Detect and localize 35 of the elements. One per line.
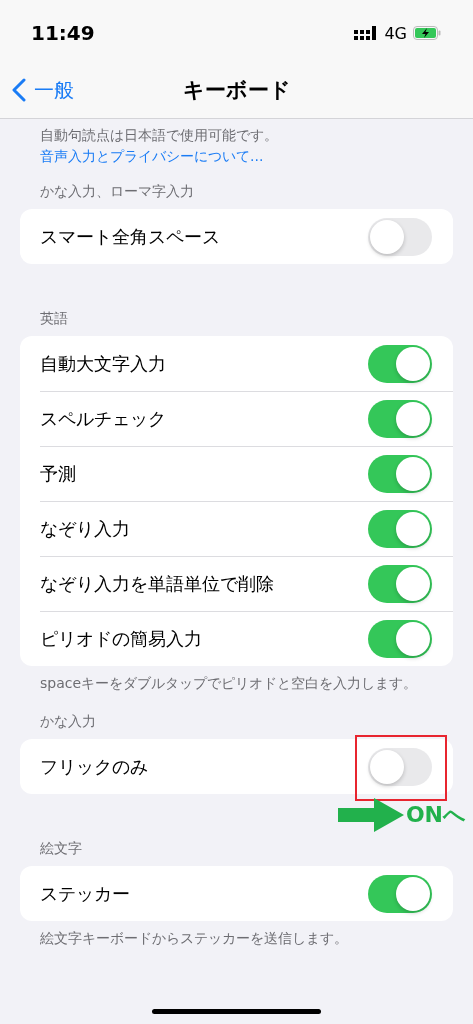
setting-label: 自動大文字入力	[40, 351, 166, 376]
toggle-switch[interactable]	[368, 454, 432, 493]
back-button[interactable]: 一般	[12, 76, 74, 104]
setting-label: ステッカー	[40, 881, 130, 906]
page-title: キーボード	[182, 78, 291, 102]
setting-label: なぞり入力	[40, 516, 130, 541]
section-header: 絵文字	[40, 839, 83, 858]
privacy-link[interactable]: 音声入力とプライバシーについて...	[40, 148, 264, 164]
setting-label: フリックのみ	[40, 754, 148, 779]
section-header: 英語	[40, 309, 69, 328]
annotation-label: ONへ	[405, 801, 466, 829]
section-footer: 絵文字キーボードからステッカーを送信します。	[40, 928, 433, 948]
network-label: 4G	[384, 23, 407, 43]
section-footer: spaceキーをダブルタップでピリオドと空白を入力します。	[40, 673, 433, 693]
toggle-switch[interactable]	[368, 399, 432, 438]
toggle-switch[interactable]	[368, 344, 432, 383]
setting-label: ピリオドの簡易入力	[40, 626, 202, 651]
setting-label: スペルチェック	[40, 406, 166, 431]
signal-icon	[354, 26, 379, 40]
setting-label: なぞり入力を単語単位で削除	[40, 571, 274, 596]
toggle-switch[interactable]	[368, 747, 432, 786]
toggle-switch[interactable]	[368, 217, 432, 256]
toggle-switch[interactable]	[368, 564, 432, 603]
back-chevron-icon	[12, 78, 26, 102]
setting-label: スマート全角スペース	[40, 224, 220, 249]
toggle-switch[interactable]	[368, 619, 432, 658]
section-header: かな入力	[40, 712, 97, 731]
status-time: 11:49	[31, 21, 95, 45]
arrow-icon	[337, 798, 404, 832]
setting-label: 予測	[40, 461, 76, 486]
toggle-switch[interactable]	[368, 509, 432, 548]
section-header: かな入力、ローマ字入力	[40, 182, 195, 201]
intro-note: 自動句読点は日本語で使用可能です。 音声入力とプライバシーについて...	[40, 126, 279, 166]
battery-charging-icon	[413, 26, 441, 40]
toggle-switch[interactable]	[368, 874, 432, 913]
